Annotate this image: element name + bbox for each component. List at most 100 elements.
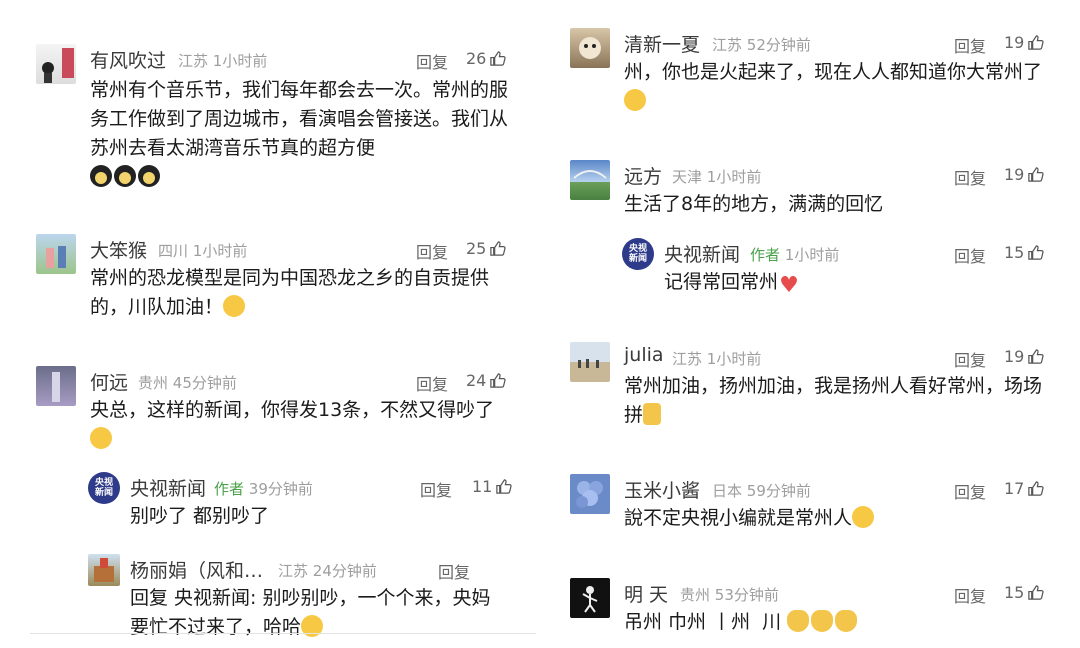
like-count: 15	[1004, 243, 1025, 262]
reply-button[interactable]: 回复	[416, 49, 448, 73]
avatar[interactable]	[570, 28, 610, 68]
reply-button[interactable]: 回复	[416, 239, 448, 263]
comment-text: 吊州 巾州 丨州 川	[624, 608, 1044, 637]
avatar[interactable]	[570, 474, 610, 514]
thumb-up-icon	[1028, 349, 1044, 364]
like-count: 19	[1004, 33, 1025, 52]
comment-text: 央总，这样的新闻，你得发13条，不然又得吵了	[90, 396, 510, 454]
comment-author[interactable]: 央视新闻	[130, 474, 206, 501]
thinking-emoji-icon	[624, 89, 646, 111]
comment-text: 說不定央視小编就是常州人	[624, 504, 1044, 533]
like-button[interactable]: 15	[1004, 243, 1044, 262]
comment-meta: 四川 1小时前	[158, 242, 248, 260]
reply-button[interactable]: 回复	[416, 371, 448, 395]
left-comment-column: 有风吹过 江苏 1小时前 回复 26 常州有个音乐节，我们每年都会去一次。常州的…	[0, 0, 536, 648]
reply-button[interactable]: 回复	[954, 583, 986, 607]
like-button[interactable]: 11	[472, 477, 512, 496]
cat-emoji-icon	[811, 610, 834, 632]
comment: julia 江苏 1小时前 回复 19 常州加油，扬州加油，我是扬州人看好常州，…	[570, 342, 1050, 432]
comment-text: 州，你也是火起来了，现在人人都知道你大常州了	[624, 58, 1044, 116]
avatar[interactable]	[36, 366, 76, 406]
like-button[interactable]: 15	[1004, 583, 1044, 602]
like-button[interactable]: 19	[1004, 165, 1044, 184]
right-comment-column: 清新一夏 江苏 52分钟前 回复 19 州，你也是火起来了，现在人人都知道你大常…	[548, 0, 1080, 648]
cat-emoji-icon	[835, 610, 858, 632]
avatar[interactable]	[570, 160, 610, 200]
comment-author[interactable]: 清新一夏	[624, 30, 700, 57]
comment-author[interactable]: 杨丽娟（风和…	[130, 556, 263, 583]
reply-button[interactable]: 回复	[954, 479, 986, 503]
user-avatar-icon	[46, 246, 66, 268]
thumb-up-icon	[1028, 481, 1044, 496]
reply-comment: 央视 新闻 央视新闻 作者 39分钟前 回复 11 别吵了 都别吵了	[88, 472, 516, 532]
user-avatar-icon	[578, 359, 599, 368]
avatar[interactable]	[88, 554, 120, 586]
user-avatar-icon	[582, 586, 598, 613]
smile-emoji-icon	[223, 295, 246, 317]
like-count: 19	[1004, 165, 1025, 184]
avatar[interactable]	[570, 342, 610, 382]
like-button[interactable]: 19	[1004, 33, 1044, 52]
thumb-up-icon	[490, 51, 506, 66]
like-button[interactable]: 26	[466, 49, 506, 68]
comment-author[interactable]: 明 天	[624, 580, 668, 607]
comment-meta: 天津 1小时前	[672, 168, 762, 186]
like-button[interactable]: 25	[466, 239, 506, 258]
user-avatar-icon	[573, 170, 607, 179]
avatar[interactable]	[570, 578, 610, 618]
cat-emoji-icon	[787, 610, 810, 632]
cctv-news-logo[interactable]: 央视 新闻	[88, 472, 120, 504]
thumb-up-icon	[490, 241, 506, 256]
like-count: 25	[466, 239, 487, 258]
reply-button[interactable]: 回复	[438, 559, 470, 583]
avatar[interactable]	[36, 44, 76, 84]
author-tag: 作者	[214, 480, 245, 498]
user-avatar-icon	[52, 372, 60, 402]
comment-meta: 作者 1小时前	[750, 246, 840, 264]
comment-meta: 日本 59分钟前	[712, 482, 811, 500]
comment-meta: 贵州 45分钟前	[138, 374, 237, 392]
comment: 明 天 贵州 53分钟前 回复 15 吊州 巾州 丨州 川	[570, 578, 1050, 644]
thumb-up-icon	[490, 373, 506, 388]
comment: 有风吹过 江苏 1小时前 回复 26 常州有个音乐节，我们每年都会去一次。常州的…	[36, 44, 516, 194]
like-count: 17	[1004, 479, 1025, 498]
like-button[interactable]: 24	[466, 371, 506, 390]
cctv-news-logo[interactable]: 央视 新闻	[622, 238, 654, 270]
comment-text: 记得常回常州♥	[664, 271, 799, 298]
comment-author[interactable]: julia	[624, 344, 664, 366]
reply-button[interactable]: 回复	[420, 477, 452, 501]
reply-button[interactable]: 回复	[954, 33, 986, 57]
like-count: 15	[1004, 583, 1025, 602]
comment: 清新一夏 江苏 52分钟前 回复 19 州，你也是火起来了，现在人人都知道你大常…	[570, 28, 1050, 128]
comment: 大笨猴 四川 1小时前 回复 25 常州的恐龙模型是同为中国恐龙之乡的自贡提供的…	[36, 234, 516, 334]
comment-meta: 江苏 24分钟前	[278, 562, 377, 580]
reply-button[interactable]: 回复	[954, 347, 986, 371]
thumb-up-icon	[1028, 167, 1044, 182]
comment-author[interactable]: 玉米小酱	[624, 476, 700, 503]
comment-author[interactable]: 何远	[90, 368, 128, 395]
thumb-up-icon	[496, 479, 512, 494]
avatar[interactable]	[36, 234, 76, 274]
grin-emoji-icon	[852, 506, 875, 528]
penguin-emoji-icon	[114, 165, 136, 187]
like-button[interactable]: 19	[1004, 347, 1044, 366]
reply-button[interactable]: 回复	[954, 243, 986, 267]
like-count: 24	[466, 371, 487, 390]
comment-author[interactable]: 央视新闻	[664, 240, 740, 267]
heart-emoji-icon: ♥	[779, 273, 799, 298]
sweat-emoji-icon	[90, 427, 112, 449]
reply-button[interactable]: 回复	[954, 165, 986, 189]
like-button[interactable]: 17	[1004, 479, 1044, 498]
comment-author[interactable]: 远方	[624, 162, 662, 189]
comment-text: 常州有个音乐节，我们每年都会去一次。常州的服务工作做到了周边城市，看演唱会管接送…	[90, 76, 510, 192]
like-count: 11	[472, 477, 493, 496]
comment-text: 常州加油，扬州加油，我是扬州人看好常州，场场拼	[624, 375, 1043, 426]
penguin-emoji-icon	[90, 165, 112, 187]
comment-author[interactable]: 有风吹过	[90, 46, 166, 73]
comment-meta: 作者 39分钟前	[214, 480, 313, 498]
comment-author[interactable]: 大笨猴	[90, 236, 147, 263]
reply-comment: 央视 新闻 央视新闻 作者 1小时前 回复 15 记得常回常州♥	[622, 238, 1050, 298]
reply-comment: 杨丽娟（风和… 江苏 24分钟前 回复 回复 央视新闻: 别吵别吵，一个个来，央…	[88, 554, 516, 638]
comment-meta: 江苏 52分钟前	[712, 36, 811, 54]
comment-meta: 贵州 53分钟前	[680, 586, 779, 604]
